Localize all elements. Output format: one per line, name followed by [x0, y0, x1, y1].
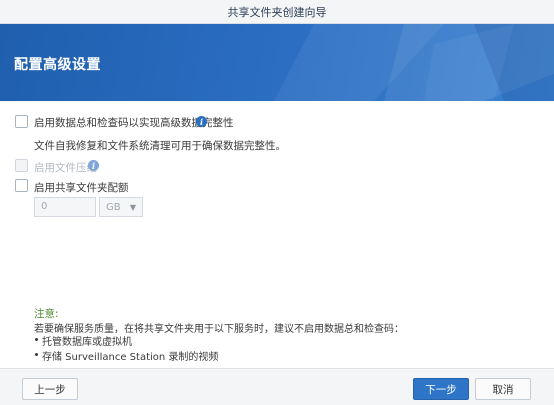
chevron-down-icon: ▼: [129, 202, 136, 212]
window-title: 共享文件夹创建向导: [227, 5, 327, 19]
quota-unit-select[interactable]: GB ▼: [99, 197, 143, 217]
next-button[interactable]: 下一步: [413, 378, 469, 400]
compression-checkbox[interactable]: [15, 159, 28, 172]
cancel-button[interactable]: 取消: [475, 378, 531, 400]
note-item: 存储 Surveillance Station 录制的视频: [42, 352, 219, 363]
previous-button[interactable]: 上一步: [22, 378, 78, 400]
checksum-checkbox[interactable]: [15, 115, 28, 128]
checksum-description: 文件自我修复和文件系统清理可用于确保数据完整性。: [34, 140, 286, 152]
quota-size-input[interactable]: 0: [34, 197, 96, 217]
quota-label: 启用共享文件夹配额: [34, 182, 129, 194]
info-icon[interactable]: i: [88, 160, 99, 171]
info-icon[interactable]: i: [196, 116, 207, 127]
dialog-footer: [0, 368, 554, 405]
window-titlebar: 共享文件夹创建向导: [0, 0, 554, 24]
quota-unit-value: GB: [106, 201, 121, 213]
quota-checkbox[interactable]: [15, 179, 28, 192]
bullet-icon: [35, 353, 38, 356]
banner-decoration: [274, 24, 554, 101]
note-item: 托管数据库或虚拟机: [42, 337, 132, 348]
bullet-icon: [35, 338, 38, 341]
header-banner: 配置高级设置: [0, 24, 554, 101]
note-title: 注意:: [34, 308, 59, 320]
page-title: 配置高级设置: [14, 57, 101, 73]
